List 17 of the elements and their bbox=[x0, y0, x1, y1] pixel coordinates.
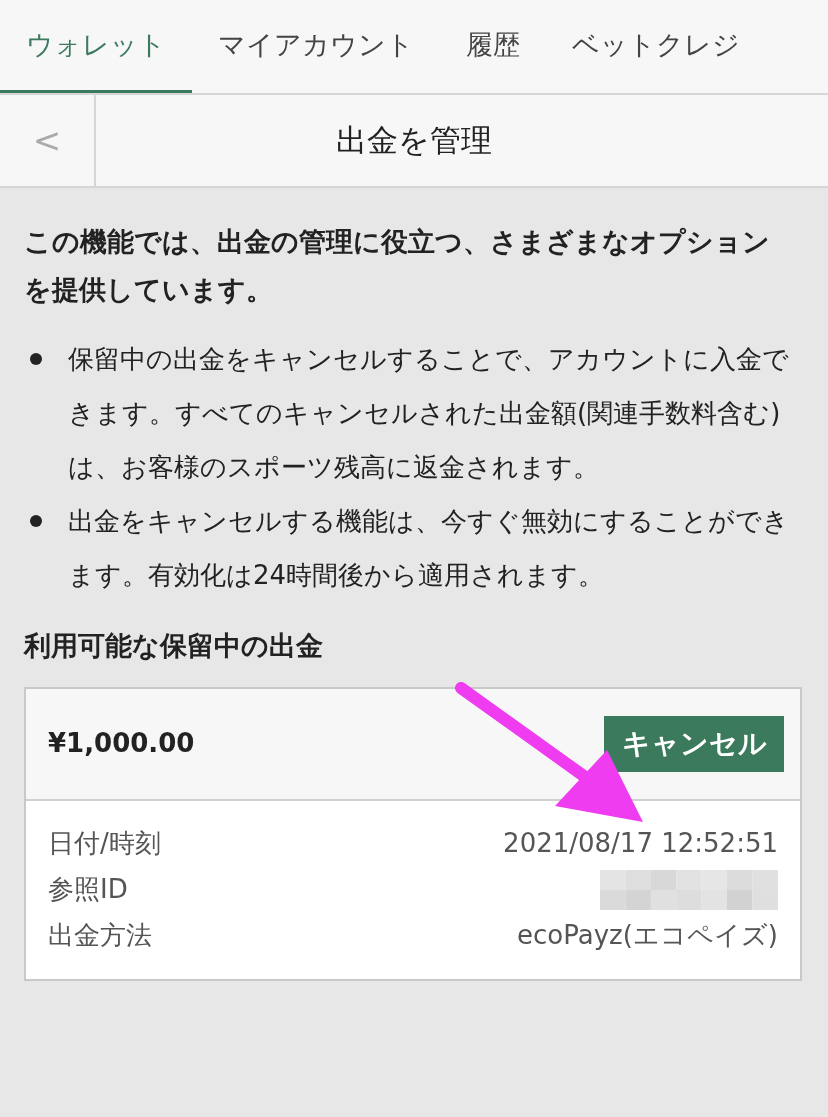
bullet-icon bbox=[30, 353, 42, 365]
detail-label: 出金方法 bbox=[48, 919, 152, 952]
section-title: 利用可能な保留中の出金 bbox=[24, 629, 324, 663]
detail-label: 日付/時刻 bbox=[48, 827, 161, 860]
intro-text: この機能では、出金の管理に役立つ、さまざまなオプションを提供しています。 bbox=[24, 225, 771, 307]
bullet-text: 出金をキャンセルする機能は、今すぐ無効にすることができます。有効化は24時間後から適用されます。 bbox=[68, 505, 790, 592]
cancel-button[interactable]: キャンセル bbox=[604, 715, 784, 772]
nav-tab[interactable]: 履歴 bbox=[440, 0, 546, 93]
amount-text: ¥1,000.00 bbox=[48, 727, 195, 760]
bullet-icon bbox=[30, 515, 42, 527]
detail-label: 参照ID bbox=[48, 873, 128, 906]
detail-value: ecoPayz(エコペイズ) bbox=[517, 919, 778, 952]
detail-value: 2021/08/17 12:52:51 bbox=[503, 827, 778, 860]
nav-tab[interactable]: マイアカウント bbox=[192, 0, 440, 93]
nav-tab[interactable]: ベットクレジ bbox=[546, 0, 766, 93]
page-title: 出金を管理 bbox=[335, 121, 493, 161]
bullet-text: 保留中の出金をキャンセルすることで、アカウントに入金できます。すべてのキャンセルされた出金額(関連手数料含む)は、お客様のスポーツ残高に返金されます。 bbox=[68, 343, 790, 484]
